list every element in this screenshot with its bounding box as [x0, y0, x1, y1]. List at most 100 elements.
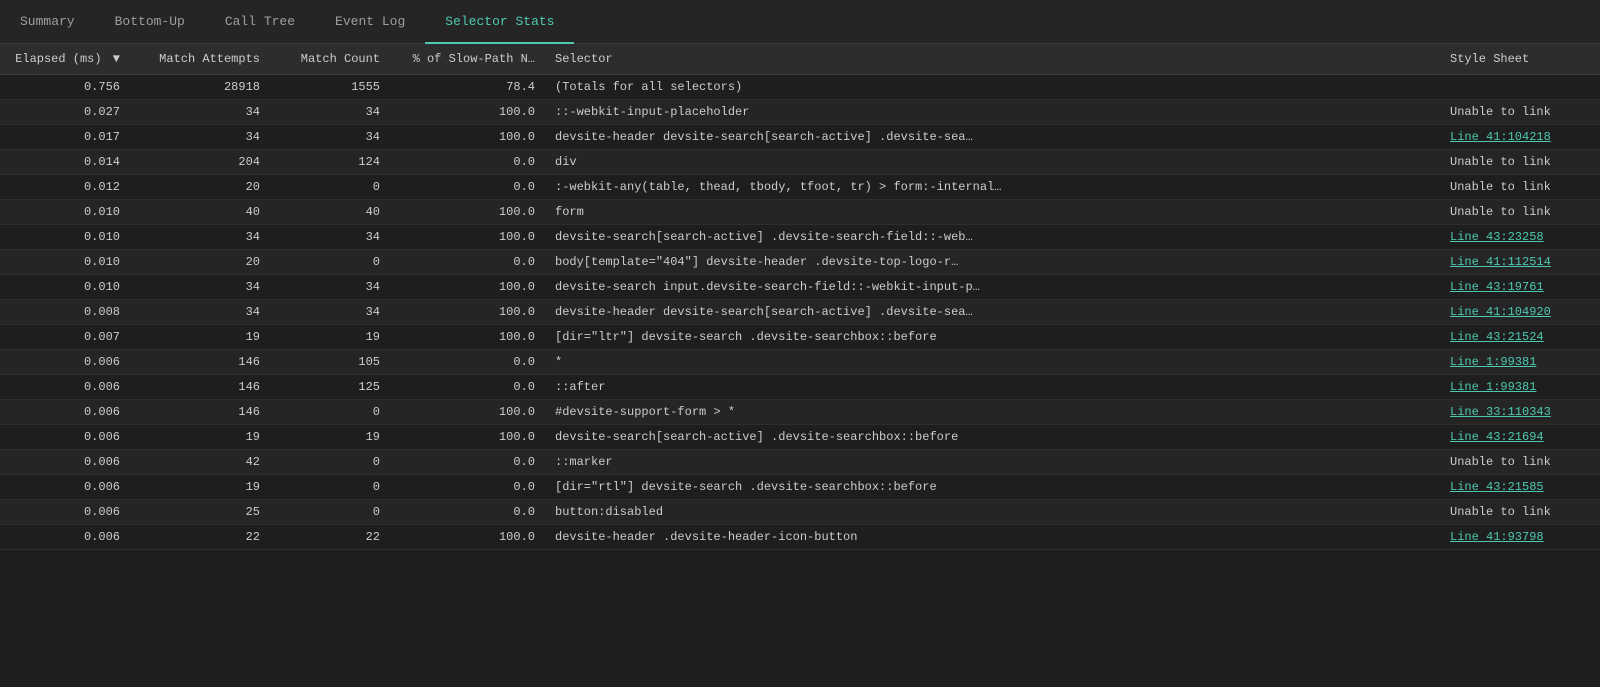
col-header-elapsed[interactable]: Elapsed (ms) ▼	[0, 44, 130, 75]
elapsed-cell: 0.014	[0, 150, 130, 175]
selector-cell: #devsite-support-form > *	[545, 400, 1440, 425]
slow-path-cell: 100.0	[390, 125, 545, 150]
col-header-stylesheet[interactable]: Style Sheet	[1440, 44, 1600, 75]
table-row: 0.0061461050.0*Line 1:99381	[0, 350, 1600, 375]
tab-event-log[interactable]: Event Log	[315, 1, 425, 44]
table-row: 0.0173434100.0devsite-header devsite-sea…	[0, 125, 1600, 150]
match-count-cell: 34	[270, 100, 390, 125]
match-count-cell: 34	[270, 125, 390, 150]
selector-cell: devsite-search[search-active] .devsite-s…	[545, 225, 1440, 250]
match-count-cell: 34	[270, 225, 390, 250]
match-count-cell: 34	[270, 275, 390, 300]
tab-selector-stats[interactable]: Selector Stats	[425, 1, 574, 44]
elapsed-cell: 0.006	[0, 375, 130, 400]
slow-path-cell: 100.0	[390, 325, 545, 350]
match-attempts-cell: 22	[130, 525, 270, 550]
tab-bar: SummaryBottom-UpCall TreeEvent LogSelect…	[0, 0, 1600, 44]
stylesheet-cell[interactable]: Line 41:104920	[1440, 300, 1600, 325]
elapsed-cell: 0.010	[0, 225, 130, 250]
match-attempts-cell: 25	[130, 500, 270, 525]
elapsed-cell: 0.006	[0, 450, 130, 475]
slow-path-cell: 0.0	[390, 150, 545, 175]
match-attempts-cell: 34	[130, 125, 270, 150]
match-count-cell: 0	[270, 250, 390, 275]
selector-cell: devsite-header devsite-search[search-act…	[545, 300, 1440, 325]
stylesheet-cell[interactable]: Line 43:19761	[1440, 275, 1600, 300]
table-row: 0.0061900.0[dir="rtl"] devsite-search .d…	[0, 475, 1600, 500]
elapsed-cell: 0.006	[0, 475, 130, 500]
slow-path-cell: 100.0	[390, 275, 545, 300]
slow-path-cell: 0.0	[390, 350, 545, 375]
match-attempts-cell: 146	[130, 375, 270, 400]
stylesheet-cell[interactable]: Line 41:112514	[1440, 250, 1600, 275]
selector-cell: *	[545, 350, 1440, 375]
selector-cell: div	[545, 150, 1440, 175]
elapsed-cell: 0.756	[0, 75, 130, 100]
match-attempts-cell: 34	[130, 100, 270, 125]
selector-cell: body[template="404"] devsite-header .dev…	[545, 250, 1440, 275]
selector-cell: :-webkit-any(table, thead, tbody, tfoot,…	[545, 175, 1440, 200]
tab-bottom-up[interactable]: Bottom-Up	[95, 1, 205, 44]
slow-path-cell: 100.0	[390, 225, 545, 250]
selector-cell: button:disabled	[545, 500, 1440, 525]
table-row: 0.0142041240.0divUnable to link	[0, 150, 1600, 175]
match-attempts-cell: 19	[130, 475, 270, 500]
match-attempts-cell: 34	[130, 275, 270, 300]
stylesheet-cell[interactable]: Line 43:23258	[1440, 225, 1600, 250]
slow-path-cell: 100.0	[390, 425, 545, 450]
match-count-cell: 1555	[270, 75, 390, 100]
stylesheet-cell[interactable]: Line 43:21694	[1440, 425, 1600, 450]
match-count-cell: 105	[270, 350, 390, 375]
elapsed-cell: 0.006	[0, 500, 130, 525]
match-attempts-cell: 19	[130, 325, 270, 350]
stylesheet-cell: Unable to link	[1440, 150, 1600, 175]
col-header-selector[interactable]: Selector	[545, 44, 1440, 75]
elapsed-cell: 0.006	[0, 350, 130, 375]
elapsed-cell: 0.027	[0, 100, 130, 125]
col-header-match-att[interactable]: Match Attempts	[130, 44, 270, 75]
stylesheet-cell[interactable]: Line 43:21524	[1440, 325, 1600, 350]
stylesheet-cell[interactable]: Line 33:110343	[1440, 400, 1600, 425]
selector-cell: (Totals for all selectors)	[545, 75, 1440, 100]
elapsed-cell: 0.010	[0, 200, 130, 225]
stylesheet-cell[interactable]: Line 1:99381	[1440, 350, 1600, 375]
slow-path-cell: 0.0	[390, 250, 545, 275]
sort-icon: ▼	[113, 52, 120, 66]
selector-cell: ::-webkit-input-placeholder	[545, 100, 1440, 125]
match-count-cell: 19	[270, 425, 390, 450]
stylesheet-cell: Unable to link	[1440, 450, 1600, 475]
match-count-cell: 0	[270, 450, 390, 475]
match-attempts-cell: 20	[130, 175, 270, 200]
table-row: 0.0273434100.0::-webkit-input-placeholde…	[0, 100, 1600, 125]
match-count-cell: 0	[270, 500, 390, 525]
tab-call-tree[interactable]: Call Tree	[205, 1, 315, 44]
stylesheet-cell[interactable]: Line 1:99381	[1440, 375, 1600, 400]
table-row: 0.0083434100.0devsite-header devsite-sea…	[0, 300, 1600, 325]
match-attempts-cell: 146	[130, 350, 270, 375]
elapsed-cell: 0.006	[0, 425, 130, 450]
slow-path-cell: 0.0	[390, 450, 545, 475]
table-row: 0.0102000.0body[template="404"] devsite-…	[0, 250, 1600, 275]
table-row: 0.0061461250.0::afterLine 1:99381	[0, 375, 1600, 400]
selector-cell: devsite-header .devsite-header-icon-butt…	[545, 525, 1440, 550]
tab-summary[interactable]: Summary	[0, 1, 95, 44]
selector-cell: devsite-search[search-active] .devsite-s…	[545, 425, 1440, 450]
table-row: 0.0064200.0::markerUnable to link	[0, 450, 1600, 475]
match-count-cell: 34	[270, 300, 390, 325]
table-body: 0.75628918155578.4(Totals for all select…	[0, 75, 1600, 550]
table-header: Elapsed (ms) ▼Match AttemptsMatch Count%…	[0, 44, 1600, 75]
match-count-cell: 0	[270, 475, 390, 500]
selector-cell: devsite-search input.devsite-search-fiel…	[545, 275, 1440, 300]
col-header-slow-path[interactable]: % of Slow-Path N…	[390, 44, 545, 75]
match-count-cell: 125	[270, 375, 390, 400]
elapsed-cell: 0.010	[0, 250, 130, 275]
stylesheet-cell[interactable]: Line 41:93798	[1440, 525, 1600, 550]
elapsed-cell: 0.010	[0, 275, 130, 300]
col-header-match-cnt[interactable]: Match Count	[270, 44, 390, 75]
match-count-cell: 19	[270, 325, 390, 350]
table-row: 0.0061919100.0devsite-search[search-acti…	[0, 425, 1600, 450]
table-row: 0.0062222100.0devsite-header .devsite-he…	[0, 525, 1600, 550]
stylesheet-cell[interactable]: Line 41:104218	[1440, 125, 1600, 150]
stylesheet-cell[interactable]: Line 43:21585	[1440, 475, 1600, 500]
elapsed-cell: 0.007	[0, 325, 130, 350]
